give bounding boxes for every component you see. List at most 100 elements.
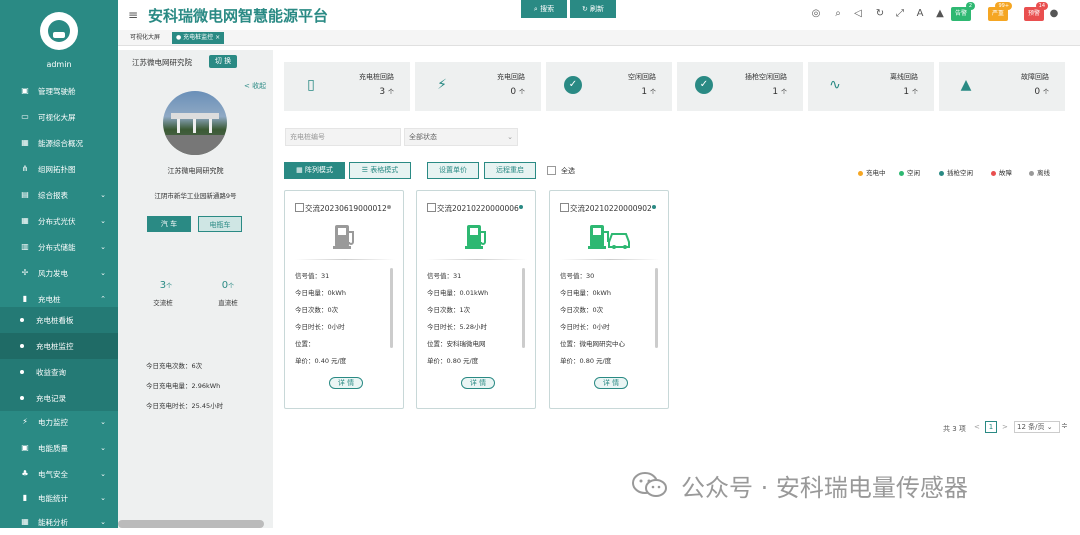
sidebar-item-topology[interactable]: ⋔ 组网拓扑图	[0, 156, 118, 182]
charger-icon: ▮	[22, 294, 28, 303]
sidebar-item-energy-analysis[interactable]: ▦ 能耗分析 ⌄	[0, 509, 118, 535]
ebike-button[interactable]: 电瓶车	[198, 216, 242, 232]
pile-checkbox[interactable]	[560, 203, 569, 212]
pile-card[interactable]: 交流20210220000006 信号值：31 今日电量：0.01kWh 今日次…	[416, 190, 536, 409]
summary-card-idle: ✓ 空闲回路 1 个	[546, 62, 672, 111]
pile-number-input[interactable]: 充电桩编号	[285, 128, 401, 146]
quality-icon: ▣	[21, 443, 29, 452]
grid-mode-button[interactable]: ▦ 阵列模式	[284, 162, 345, 179]
sidebar-item-solar[interactable]: ▦ 分布式光伏 ⌄	[0, 208, 118, 234]
card-scrollbar[interactable]	[390, 268, 393, 348]
sidebar-sub-charge-record[interactable]: 充电记录	[0, 385, 118, 411]
pagination-total: 共 3 项	[943, 425, 966, 433]
warning-button[interactable]: 预警 14	[1024, 2, 1049, 21]
sidebar-item-electrical-safety[interactable]: ♣ 电气安全 ⌄	[0, 461, 118, 487]
pile-card[interactable]: 交流20210220000902 信号值：30 今日电量：0kWh 今日次数：0…	[549, 190, 669, 409]
sidebar-item-energy-stats[interactable]: ▮ 电能统计 ⌄	[0, 485, 118, 511]
volume-icon[interactable]: ◁	[852, 8, 864, 20]
sidebar-item-overview[interactable]: ▦ 能源综合概况	[0, 130, 118, 156]
dashboard-icon: ▣	[21, 86, 29, 95]
grid-icon: ▦	[296, 166, 303, 174]
dc-label: 直流桩	[218, 299, 238, 307]
next-page-button[interactable]: >	[1002, 423, 1008, 431]
solar-icon: ▦	[21, 216, 29, 225]
close-icon[interactable]: ×	[215, 34, 220, 41]
sidebar-item-report[interactable]: ▤ 综合报表 ⌄	[0, 182, 118, 208]
sidebar-sub-charger-monitor[interactable]: 充电桩监控	[0, 333, 118, 359]
station-panel: 江苏微电网研究院 切 换 < 收起 江苏微电网研究院 江阴市新华工业园新通路9号…	[118, 50, 273, 528]
user-icon[interactable]: ●	[1048, 8, 1060, 20]
detail-button[interactable]: 详 情	[594, 377, 628, 389]
tab-visual[interactable]: 可视化大屏	[126, 32, 164, 44]
storage-icon: ▥	[21, 242, 29, 251]
sidebar-item-wind[interactable]: ✢ 风力发电 ⌄	[0, 260, 118, 286]
charger-icon: ▯	[307, 77, 315, 93]
help-icon[interactable]: ◎	[810, 8, 822, 20]
chevron-down-icon: ⌄	[100, 470, 106, 478]
pile-checkbox[interactable]	[295, 203, 304, 212]
dc-count: 0个	[221, 280, 235, 291]
grid-icon: ▦	[21, 138, 29, 147]
sidebar-item-storage[interactable]: ▥ 分布式储能 ⌄	[0, 234, 118, 260]
set-price-button[interactable]: 设置单价	[427, 162, 479, 179]
station-org: 江苏微电网研究院	[132, 58, 192, 67]
theme-icon[interactable]: ▲	[934, 8, 946, 20]
refresh-icon[interactable]: ↻	[874, 8, 886, 20]
station-photo	[163, 91, 227, 155]
sidebar-item-power-monitor[interactable]: ⚡ 电力监控 ⌄	[0, 409, 118, 435]
search-button[interactable]: ⌕ 搜索	[521, 0, 567, 18]
settings-icon[interactable]: ≑	[1061, 421, 1068, 430]
chevron-down-icon: ⌄	[100, 269, 106, 277]
summary-card-charging: ⚡ 充电回路 0 个	[415, 62, 541, 111]
app-title: 安科瑞微电网智慧能源平台	[148, 7, 329, 25]
page-1-button[interactable]: 1	[985, 421, 997, 433]
ac-label: 交流桩	[153, 299, 173, 307]
table-mode-button[interactable]: ☰ 表格模式	[349, 162, 411, 179]
legend-fault: 故障	[991, 167, 1012, 177]
prev-page-button[interactable]: <	[974, 423, 980, 431]
sidebar-item-power-quality[interactable]: ▣ 电能质量 ⌄	[0, 435, 118, 461]
sidebar-sub-charger-board[interactable]: 充电桩看板	[0, 307, 118, 333]
power-icon: ⚡	[22, 417, 28, 426]
panel-scrollbar[interactable]	[118, 520, 264, 528]
search-icon[interactable]: ⌕	[832, 8, 844, 20]
switch-button[interactable]: 切 换	[209, 55, 237, 68]
font-size-icon[interactable]: A	[914, 8, 926, 20]
tab-bar: 可视化大屏 ● 充电桩监控 ×	[118, 30, 1080, 46]
chevron-down-icon: ⌄	[100, 444, 106, 452]
status-dot	[652, 205, 656, 209]
card-scrollbar[interactable]	[655, 268, 658, 348]
avatar[interactable]	[40, 12, 78, 50]
card-scrollbar[interactable]	[522, 268, 525, 348]
legend-offline: 离线	[1029, 167, 1050, 177]
legend-charging: 充电中	[858, 167, 886, 177]
pile-card[interactable]: 交流20230619000012 信号值：31 今日电量：0kWh 今日次数：0…	[284, 190, 404, 409]
menu-icon[interactable]: ≡	[128, 8, 138, 22]
tab-charger-monitor[interactable]: ● 充电桩监控 ×	[172, 32, 225, 44]
chevron-down-icon: ⌄	[100, 494, 106, 502]
page-size-select[interactable]: 12 条/页 ⌄	[1014, 421, 1060, 433]
sidebar-item-visual[interactable]: ▭ 可视化大屏	[0, 104, 118, 130]
detail-button[interactable]: 详 情	[329, 377, 363, 389]
remote-restart-button[interactable]: 远程重启	[484, 162, 536, 179]
chevron-down-icon: ⌄	[507, 133, 513, 141]
pile-checkbox[interactable]	[427, 203, 436, 212]
severe-button[interactable]: 严重 99+	[988, 2, 1013, 21]
fullscreen-icon[interactable]: ⤢	[894, 8, 906, 20]
alarm-button[interactable]: 告警 2	[951, 2, 976, 21]
chevron-down-icon: ⌄	[100, 191, 106, 199]
bar-chart-icon: ▮	[22, 493, 28, 502]
check-circle-icon: ✓	[695, 76, 713, 94]
refresh-button[interactable]: ↻ 刷新	[570, 0, 616, 18]
charger-car-icon	[550, 221, 670, 251]
detail-button[interactable]: 详 情	[461, 377, 495, 389]
car-button[interactable]: 汽 车	[147, 216, 191, 232]
status-select[interactable]: 全部状态 ⌄	[404, 128, 518, 146]
summary-card-offline: ∿ 离线回路 1 个	[808, 62, 934, 111]
summary-card-charger: ▯ 充电桩回路 3 个	[284, 62, 410, 111]
collapse-button[interactable]: < 收起	[244, 81, 266, 91]
select-all-checkbox[interactable]	[547, 166, 556, 175]
sidebar-sub-revenue[interactable]: 收益查询	[0, 359, 118, 385]
plug-icon: ∿	[829, 77, 841, 93]
sidebar-item-cockpit[interactable]: ▣ 管理驾驶舱	[0, 78, 118, 104]
